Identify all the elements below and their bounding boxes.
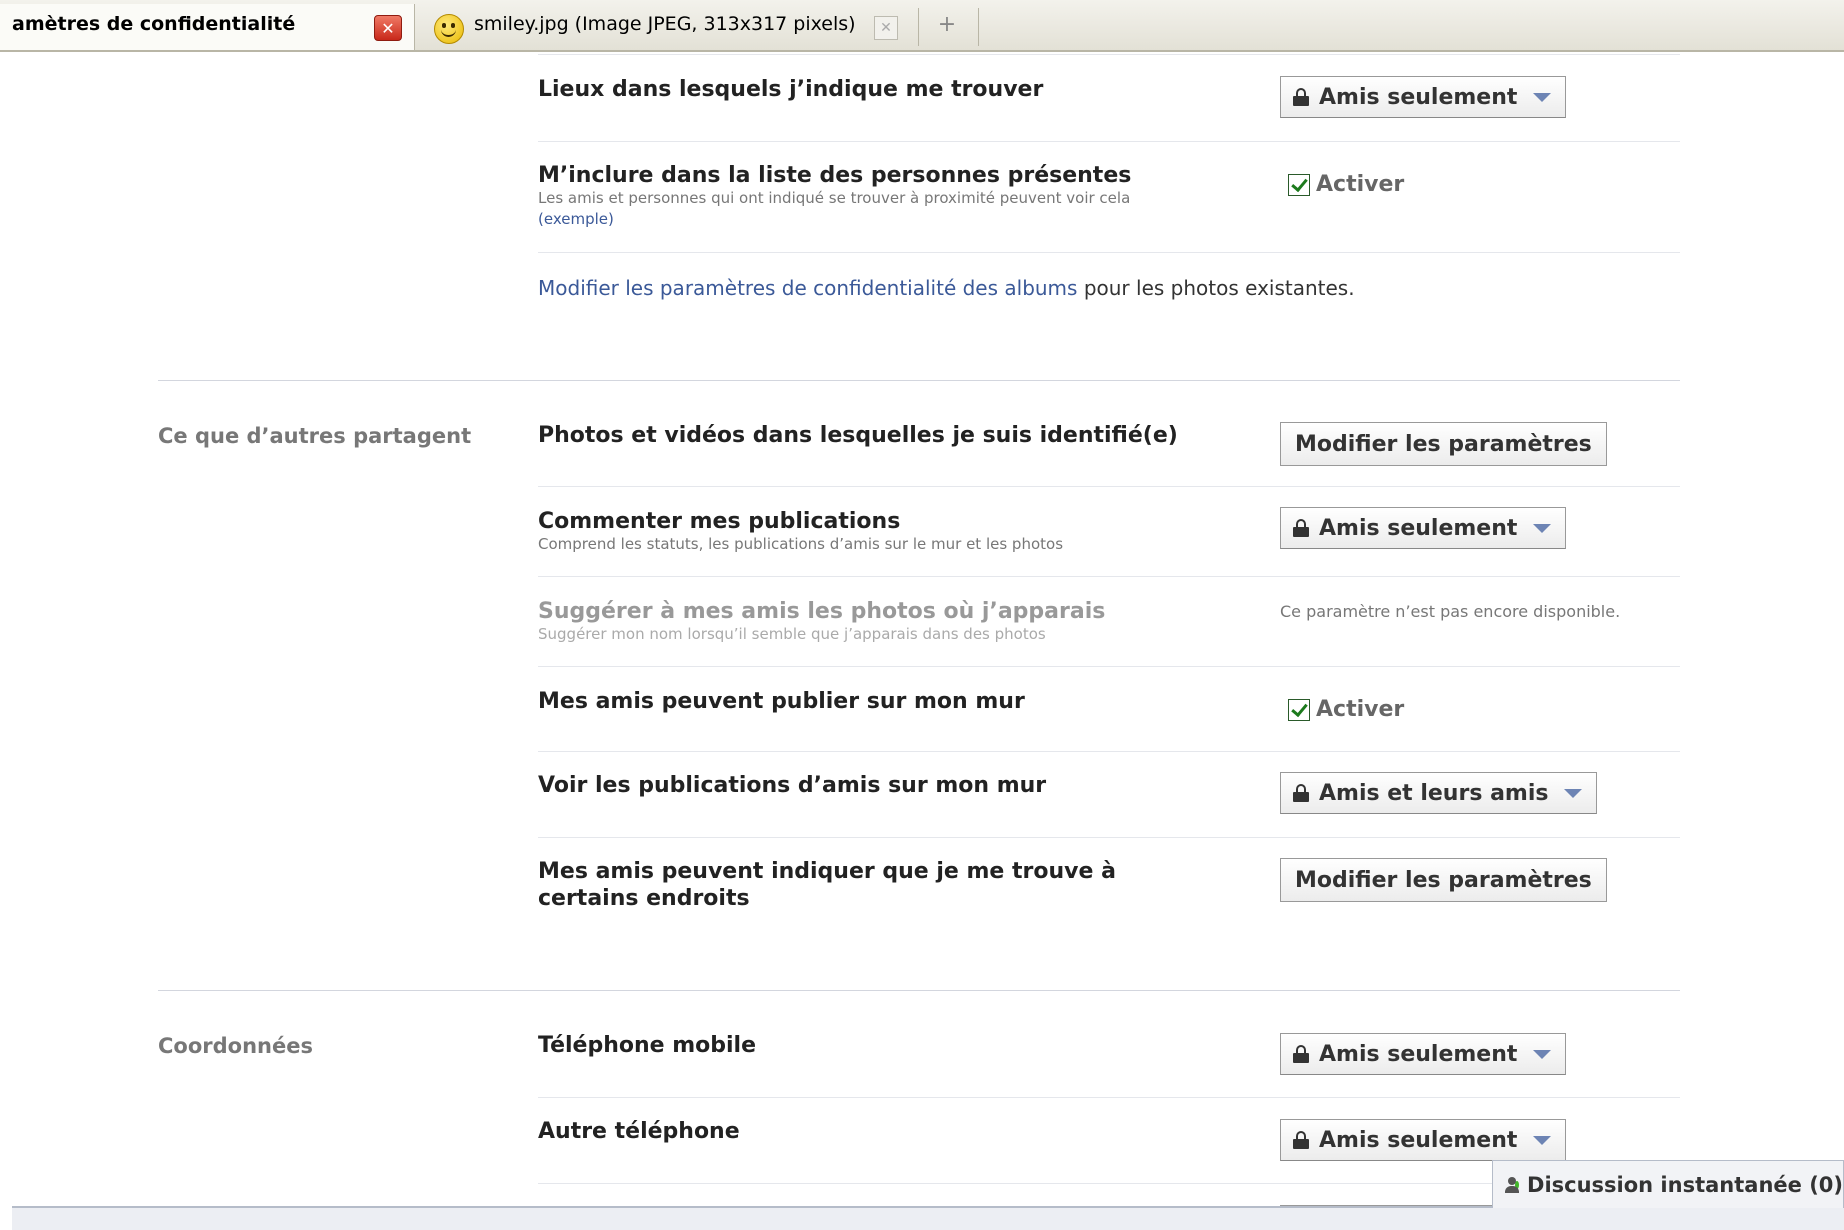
smiley-favicon-icon (434, 14, 464, 44)
setting-title: Lieux dans lesquels j’indique me trouver (538, 77, 1044, 102)
row-divider (538, 751, 1680, 752)
lock-icon (1293, 1131, 1309, 1149)
privacy-selector-comments[interactable]: Amis seulement (1280, 507, 1567, 549)
setting-title: Téléphone mobile (538, 1033, 757, 1058)
edit-settings-button[interactable]: Modifier les paramètres (1280, 858, 1607, 902)
user-icon (1505, 1176, 1520, 1193)
row-divider (538, 666, 1680, 667)
checkbox-label: Activer (1316, 172, 1405, 197)
chat-button[interactable]: Discussion instantanée (0) (1492, 1160, 1844, 1208)
checkbox-label: Activer (1316, 697, 1405, 722)
tab-smiley-image[interactable]: smiley.jpg (Image JPEG, 313x317 pixels) … (418, 6, 918, 50)
edit-settings-button[interactable]: Modifier les paramètres (1280, 422, 1607, 466)
row-divider (538, 837, 1680, 838)
setting-title: Photos et vidéos dans lesquelles je suis… (538, 423, 1178, 448)
setting-title: Voir les publications d’amis sur mon mur (538, 773, 1047, 798)
close-tab-icon[interactable]: ✕ (374, 15, 402, 41)
chevron-down-icon (1564, 788, 1583, 798)
lock-icon (1293, 784, 1309, 802)
row-divider (538, 486, 1680, 487)
chevron-down-icon (1533, 1049, 1552, 1059)
lock-icon (1293, 88, 1309, 106)
new-tab-icon[interactable]: + (930, 10, 964, 40)
privacy-selector-label: Amis seulement (1319, 1127, 1518, 1153)
section-divider (158, 990, 1680, 991)
browser-tab-strip: amètres de confidentialité ✕ smiley.jpg … (0, 0, 1844, 52)
close-tab-icon[interactable]: ✕ (874, 16, 898, 40)
tab-title: smiley.jpg (Image JPEG, 313x317 pixels) (474, 13, 856, 35)
section-label: Ce que d’autres partagent (158, 424, 472, 448)
row-divider (538, 1097, 1680, 1098)
chevron-down-icon (1533, 92, 1552, 102)
privacy-selector-mobile-phone[interactable]: Amis seulement (1280, 1033, 1567, 1075)
checkbox-wall-posting[interactable]: Activer (1288, 697, 1404, 722)
tab-divider (978, 8, 979, 46)
row-divider (538, 252, 1680, 253)
tab-privacy-settings[interactable]: amètres de confidentialité ✕ (0, 4, 415, 50)
setting-description: Les amis et personnes qui ont indiqué se… (538, 188, 1158, 230)
section-divider (158, 380, 1680, 381)
unavailable-notice: Ce paramètre n’est pas encore disponible… (1280, 602, 1621, 621)
setting-description: Suggérer mon nom lorsqu’il semble que j’… (538, 625, 1046, 643)
privacy-selector-wall-posts[interactable]: Amis et leurs amis (1280, 772, 1598, 814)
row-divider (538, 141, 1680, 142)
album-settings-suffix: pour les photos existantes. (1077, 276, 1355, 300)
setting-title: Suggérer à mes amis les photos où j’appa… (538, 599, 1106, 624)
setting-title: Mes amis peuvent publier sur mon mur (538, 689, 1025, 714)
bottom-chat-bar (12, 1206, 1844, 1230)
setting-title: M’inclure dans la liste des personnes pr… (538, 163, 1132, 188)
privacy-selector-places[interactable]: Amis seulement (1280, 76, 1567, 118)
row-divider (538, 54, 1680, 55)
privacy-selector-label: Amis seulement (1319, 515, 1518, 541)
chevron-down-icon (1533, 1135, 1552, 1145)
privacy-selector-label: Amis et leurs amis (1319, 780, 1549, 806)
tab-title: amètres de confidentialité (12, 13, 296, 35)
privacy-selector-other-phone[interactable]: Amis seulement (1280, 1119, 1567, 1161)
setting-title: Commenter mes publications (538, 509, 901, 534)
album-settings-line: Modifier les paramètres de confidentiali… (538, 276, 1355, 300)
lock-icon (1293, 519, 1309, 537)
setting-title: Mes amis peuvent indiquer que je me trou… (538, 859, 1116, 911)
setting-description: Comprend les statuts, les publications d… (538, 535, 1064, 553)
chevron-down-icon (1533, 523, 1552, 533)
example-link[interactable]: (exemple) (538, 210, 614, 228)
description-text: Les amis et personnes qui ont indiqué se… (538, 189, 1131, 207)
setting-title: Autre téléphone (538, 1119, 740, 1144)
tab-divider (918, 8, 919, 46)
checkbox-nearby-list[interactable]: Activer (1288, 172, 1404, 197)
album-settings-link[interactable]: Modifier les paramètres de confidentiali… (538, 276, 1077, 300)
checkbox-checked-icon[interactable] (1288, 698, 1310, 721)
lock-icon (1293, 1045, 1309, 1063)
checkbox-checked-icon[interactable] (1288, 173, 1310, 196)
privacy-selector-label: Amis seulement (1319, 1041, 1518, 1067)
privacy-selector-label: Amis seulement (1319, 84, 1518, 110)
row-divider (538, 576, 1680, 577)
chat-label: Discussion instantanée (0) (1527, 1172, 1843, 1197)
section-label: Coordonnées (158, 1034, 313, 1058)
